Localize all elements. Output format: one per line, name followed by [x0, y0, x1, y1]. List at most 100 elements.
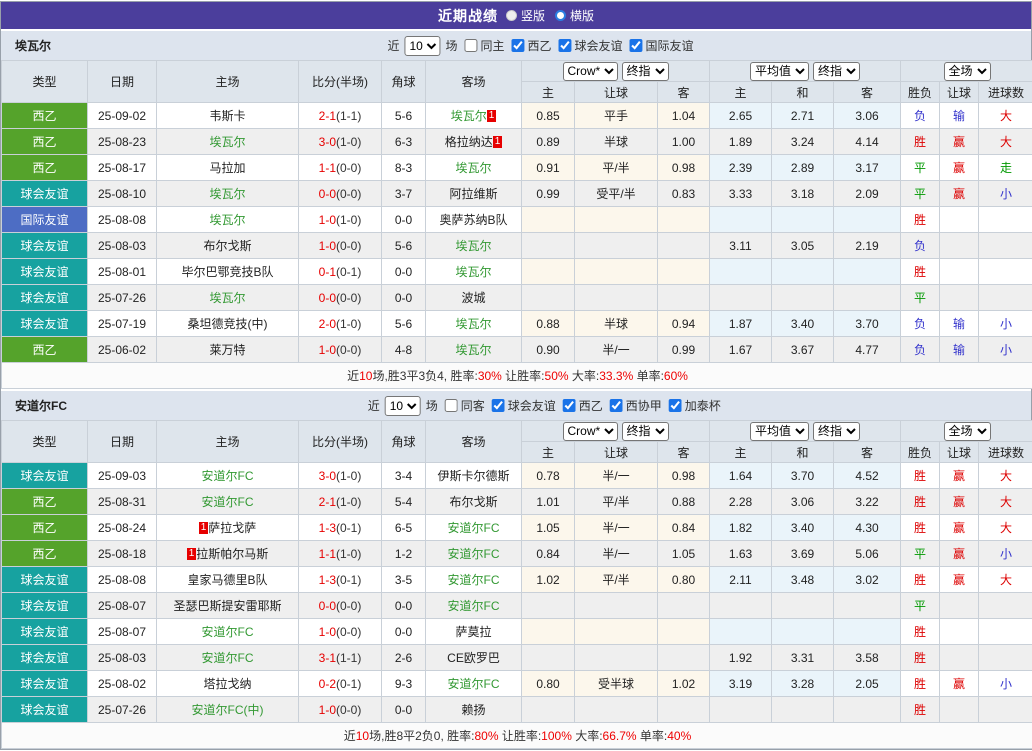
- competition-filter[interactable]: 西协甲: [606, 397, 662, 414]
- halftime-score: (1-1): [336, 651, 361, 665]
- handicap-line: [575, 233, 658, 259]
- handicap-away-odds: 1.00: [658, 129, 710, 155]
- col-avg-home: 主: [710, 82, 772, 103]
- scope-group-header: 全场: [901, 421, 1032, 442]
- table-row: 西乙25-08-17马拉加1-1(0-0)8-3埃瓦尔0.91平/半0.982.…: [2, 155, 1032, 181]
- fulltime-score: 2-1: [319, 109, 336, 123]
- handicap-home-odds: 1.02: [522, 567, 575, 593]
- match-count-select[interactable]: 10: [404, 36, 440, 56]
- team-name: 安道尔FC(中): [192, 703, 264, 717]
- match-type-badge: 西乙: [2, 515, 88, 541]
- avg-draw-odds: 3.67: [772, 337, 834, 363]
- avg-away-odds: 3.70: [834, 311, 901, 337]
- scope-select[interactable]: 全场: [944, 422, 991, 441]
- match-type-badge: 球会友谊: [2, 285, 88, 311]
- final-odds-select[interactable]: 终指: [622, 62, 669, 81]
- competition-filter[interactable]: 西乙: [507, 37, 551, 54]
- match-date: 25-08-10: [88, 181, 157, 207]
- fulltime-score: 1-3: [319, 573, 336, 587]
- scope-select[interactable]: 全场: [944, 62, 991, 81]
- away-team: 埃瓦尔: [426, 233, 522, 259]
- col-type: 类型: [2, 421, 88, 463]
- corner-count: 0-0: [382, 593, 426, 619]
- final-odds-select-2[interactable]: 终指: [813, 422, 860, 441]
- results-table: 类型 日期 主场 比分(半场) 角球 客场 Crow*终指 平均值终指 全场 主…: [1, 420, 1032, 749]
- home-team: 埃瓦尔: [157, 181, 299, 207]
- handicap-home-odds: 0.80: [522, 671, 575, 697]
- team-name: 埃瓦尔: [455, 317, 491, 331]
- filter-near-label: 近: [387, 37, 399, 54]
- match-count-select[interactable]: 10: [385, 396, 421, 416]
- final-odds-select[interactable]: 终指: [622, 422, 669, 441]
- final-odds-select-2[interactable]: 终指: [813, 62, 860, 81]
- match-type-badge: 西乙: [2, 129, 88, 155]
- competition-filter[interactable]: 国际友谊: [626, 37, 694, 54]
- average-select[interactable]: 平均值: [750, 422, 809, 441]
- goals-outcome: 小: [979, 311, 1032, 337]
- table-row: 球会友谊25-08-07圣瑟巴斯提安雷耶斯0-0(0-0)0-0安道尔FC平: [2, 593, 1032, 619]
- corner-count: 3-4: [382, 463, 426, 489]
- same-venue-checkbox[interactable]: [464, 39, 477, 52]
- table-row: 球会友谊25-07-26安道尔FC(中)1-0(0-0)0-0赖扬胜: [2, 697, 1032, 723]
- table-row: 球会友谊25-08-10埃瓦尔0-0(0-0)3-7阿拉维斯0.99受平/半0.…: [2, 181, 1032, 207]
- avg-away-odds: [834, 259, 901, 285]
- handicap-line: 半/一: [575, 463, 658, 489]
- competition-checkbox[interactable]: [630, 39, 643, 52]
- competition-checkbox[interactable]: [492, 399, 505, 412]
- match-type-badge: 球会友谊: [2, 645, 88, 671]
- table-row: 球会友谊25-08-08皇家马德里B队1-3(0-1)3-5安道尔FC1.02平…: [2, 567, 1032, 593]
- competition-checkbox[interactable]: [669, 399, 682, 412]
- match-type-badge: 西乙: [2, 155, 88, 181]
- competition-checkbox[interactable]: [563, 399, 576, 412]
- match-type-badge: 国际友谊: [2, 207, 88, 233]
- summary-segment: 30%: [478, 369, 502, 383]
- avg-draw-odds: [772, 593, 834, 619]
- average-select[interactable]: 平均值: [750, 62, 809, 81]
- same-venue-checkbox[interactable]: [445, 399, 458, 412]
- layout-option-vertical[interactable]: 竖版: [506, 7, 545, 24]
- summary-segment: 66.7%: [603, 729, 637, 743]
- handicap-outcome: 赢: [940, 155, 979, 181]
- team-name: 安道尔FC: [202, 469, 254, 483]
- filter-games-label: 场: [445, 37, 457, 54]
- avg-draw-odds: 3.31: [772, 645, 834, 671]
- handicap-group-header: Crow*终指: [522, 61, 710, 82]
- same-venue-filter[interactable]: 同主: [460, 37, 504, 54]
- table-row: 球会友谊25-07-19桑坦德竞技(中)2-0(1-0)5-6埃瓦尔0.88半球…: [2, 311, 1032, 337]
- result-outcome: 平: [901, 541, 940, 567]
- avg-home-odds: 3.19: [710, 671, 772, 697]
- competition-checkbox[interactable]: [511, 39, 524, 52]
- competition-filter[interactable]: 加泰杯: [665, 397, 721, 414]
- filter-bar: 近 10 场同主西乙球会友谊 国际友谊: [387, 36, 693, 56]
- team-name: 伊斯卡尔德斯: [437, 469, 509, 483]
- handicap-away-odds: 0.80: [658, 567, 710, 593]
- col-type: 类型: [2, 61, 88, 103]
- avg-away-odds: 2.05: [834, 671, 901, 697]
- bookmaker-select[interactable]: Crow*: [563, 422, 618, 441]
- same-venue-filter[interactable]: 同客: [441, 397, 485, 414]
- handicap-line: 受半球: [575, 671, 658, 697]
- page-title: 近期战绩: [438, 6, 498, 26]
- halftime-score: (0-0): [336, 161, 361, 175]
- match-type-badge: 球会友谊: [2, 593, 88, 619]
- competition-filter[interactable]: 球会友谊: [555, 37, 623, 54]
- match-score: 3-0(1-0): [299, 463, 382, 489]
- section-header: 安道尔FC 近10场同客球会友谊西乙西协甲加泰杯: [1, 389, 1031, 420]
- handicap-line: 半/一: [575, 337, 658, 363]
- handicap-home-odds: 0.88: [522, 311, 575, 337]
- handicap-outcome: 赢: [940, 515, 979, 541]
- team-name: 埃瓦尔: [455, 239, 491, 253]
- competition-checkbox[interactable]: [610, 399, 623, 412]
- competition-filter[interactable]: 西乙: [559, 397, 603, 414]
- layout-option-horizontal[interactable]: 横版: [555, 7, 594, 24]
- corner-count: 8-3: [382, 155, 426, 181]
- bookmaker-select[interactable]: Crow*: [563, 62, 618, 81]
- competition-checkbox[interactable]: [559, 39, 572, 52]
- handicap-outcome: 赢: [940, 129, 979, 155]
- col-date: 日期: [88, 61, 157, 103]
- competition-label: 国际友谊: [646, 37, 694, 54]
- result-outcome: 平: [901, 593, 940, 619]
- goals-outcome: 大: [979, 567, 1032, 593]
- avg-draw-odds: [772, 259, 834, 285]
- competition-filter[interactable]: 球会友谊: [488, 397, 556, 414]
